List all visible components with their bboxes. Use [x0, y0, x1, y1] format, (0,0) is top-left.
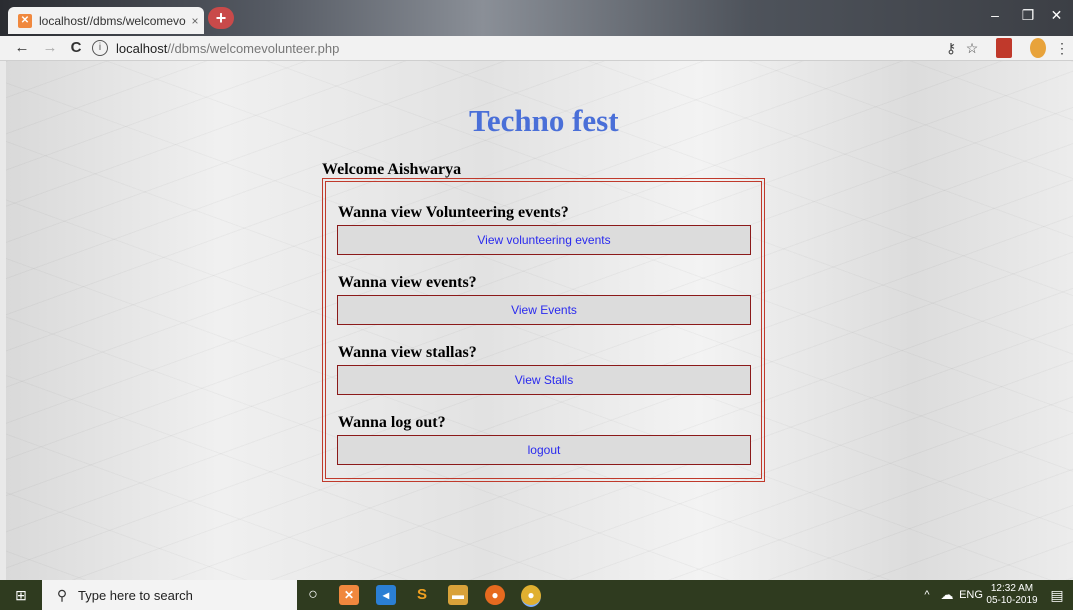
cloud-icon[interactable]: ☁: [938, 580, 956, 610]
xampp-icon[interactable]: ✕: [339, 585, 359, 605]
welcome-message: Welcome Aishwarya: [322, 161, 462, 178]
back-button[interactable]: ←: [12, 38, 32, 58]
notification-icon[interactable]: ▤: [1046, 580, 1068, 610]
browser-titlebar: ✕ localhost//dbms/welcomevolunt × + – ❐ …: [0, 0, 1073, 36]
close-window-button[interactable]: ✕: [1040, 0, 1073, 30]
view-events-button[interactable]: View Events: [337, 295, 751, 325]
site-title: Techno fest: [469, 103, 619, 138]
extension-icon[interactable]: [996, 38, 1012, 58]
clock-date: 05-10-2019: [986, 595, 1038, 606]
task-view-icon[interactable]: ○: [303, 585, 323, 605]
tray-chevron-icon[interactable]: ^: [920, 580, 934, 610]
vscode-icon[interactable]: ◂: [376, 585, 396, 605]
taskbar-clock[interactable]: 12:32 AM 05-10-2019: [984, 583, 1040, 607]
info-icon[interactable]: i: [92, 40, 108, 56]
tab-title: localhost//dbms/welcomevolunt: [39, 13, 186, 28]
bookmark-star-icon[interactable]: ☆: [963, 38, 981, 58]
browser-tab[interactable]: ✕ localhost//dbms/welcomevolunt ×: [8, 7, 204, 34]
new-tab-button[interactable]: +: [208, 7, 234, 29]
clock-time: 12:32 AM: [990, 583, 1034, 594]
url-host: localhost: [116, 40, 168, 56]
view-volunteering-events-button[interactable]: View volunteering events: [337, 225, 751, 255]
language-indicator[interactable]: ENG: [958, 580, 984, 610]
options-panel: Wanna view Volunteering events? View vol…: [322, 178, 765, 482]
address-bar[interactable]: i localhost//dbms/welcomevolunteer.php: [92, 38, 992, 58]
sublime-icon[interactable]: S: [412, 585, 432, 605]
forward-button[interactable]: →: [40, 38, 60, 58]
chrome-icon[interactable]: ●: [521, 585, 541, 607]
taskbar-search[interactable]: ⚲ Type here to search: [42, 580, 297, 610]
question-logout: Wanna log out?: [338, 414, 446, 431]
search-placeholder: Type here to search: [78, 587, 193, 603]
browser-toolbar: ← → C i localhost//dbms/welcomevolunteer…: [0, 36, 1073, 61]
search-icon: ⚲: [56, 586, 68, 603]
taskbar: ⊞ ⚲ Type here to search ○ ✕ ◂ S ▬ ● ● ^ …: [0, 580, 1073, 610]
view-stalls-button[interactable]: View Stalls: [337, 365, 751, 395]
tab-close-icon[interactable]: ×: [186, 14, 204, 28]
windows-start-icon[interactable]: ⊞: [0, 580, 42, 610]
question-volunteering: Wanna view Volunteering events?: [338, 204, 569, 221]
menu-icon[interactable]: ⋮: [1055, 38, 1069, 58]
xampp-favicon-icon: ✕: [18, 13, 32, 28]
page-content: Techno fest Welcome Aishwarya Wanna view…: [6, 61, 1073, 580]
question-stalls: Wanna view stallas?: [338, 344, 477, 361]
reload-button[interactable]: C: [66, 38, 86, 58]
logout-button[interactable]: logout: [337, 435, 751, 465]
url-path: //dbms/welcomevolunteer.php: [167, 40, 340, 56]
password-key-icon[interactable]: ⚷: [942, 38, 960, 58]
options-panel-inner: Wanna view Volunteering events? View vol…: [325, 181, 762, 479]
question-events: Wanna view events?: [338, 274, 477, 291]
profile-icon[interactable]: [1030, 38, 1046, 58]
firefox-icon[interactable]: ●: [485, 585, 505, 605]
file-explorer-icon[interactable]: ▬: [448, 585, 468, 605]
